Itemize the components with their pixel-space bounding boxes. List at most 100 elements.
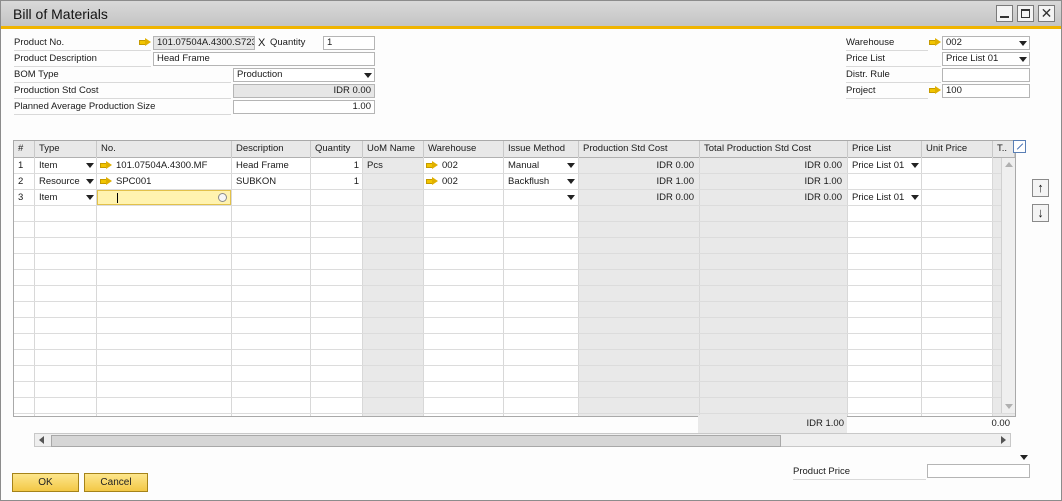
col-header-t[interactable]: T.. bbox=[993, 141, 1015, 157]
divider bbox=[846, 66, 941, 67]
col-header-prod-std-cost[interactable]: Production Std Cost bbox=[579, 141, 700, 157]
price-list-dropdown-icon[interactable] bbox=[911, 195, 919, 200]
row-unit-price[interactable] bbox=[922, 174, 993, 189]
col-header-uom[interactable]: UoM Name bbox=[363, 141, 424, 157]
warehouse-link-arrow-icon[interactable] bbox=[426, 177, 438, 186]
col-header-type[interactable]: Type bbox=[35, 141, 97, 157]
quantity-field[interactable]: 1 bbox=[323, 36, 375, 50]
divider bbox=[14, 66, 151, 67]
grid-vertical-scrollbar[interactable] bbox=[1001, 158, 1015, 413]
minimize-button[interactable] bbox=[996, 5, 1013, 22]
product-description-field[interactable]: Head Frame bbox=[153, 52, 375, 66]
row-description[interactable]: SUBKON bbox=[232, 174, 311, 189]
row-issue-method[interactable] bbox=[504, 190, 569, 205]
window-title: Bill of Materials bbox=[13, 6, 108, 22]
price-list-select[interactable]: Price List 01 bbox=[942, 52, 1030, 66]
distr-rule-field[interactable] bbox=[942, 68, 1030, 82]
item-link-arrow-icon[interactable] bbox=[100, 161, 112, 170]
scroll-down-icon[interactable] bbox=[1005, 404, 1013, 409]
active-no-cell[interactable] bbox=[97, 190, 231, 205]
row-warehouse[interactable]: 002 bbox=[438, 174, 504, 189]
price-list-dropdown-icon[interactable] bbox=[911, 163, 919, 168]
product-no-field[interactable]: 101.07504A.4300.S723 bbox=[153, 36, 255, 50]
scroll-left-icon[interactable] bbox=[39, 436, 44, 444]
col-header-warehouse[interactable]: Warehouse bbox=[424, 141, 504, 157]
grid-line bbox=[14, 205, 1015, 206]
col-header-description[interactable]: Description bbox=[232, 141, 311, 157]
form-settings-icon[interactable] bbox=[1013, 140, 1026, 153]
row-warehouse[interactable] bbox=[438, 190, 504, 205]
col-header-unit-price[interactable]: Unit Price bbox=[922, 141, 993, 157]
grid-line bbox=[14, 413, 1015, 414]
row-description[interactable]: Head Frame bbox=[232, 158, 311, 173]
production-std-cost-label: Production Std Cost bbox=[14, 85, 99, 96]
row-warehouse[interactable]: 002 bbox=[438, 158, 504, 173]
move-row-up-button[interactable]: ↑ bbox=[1032, 179, 1049, 197]
warehouse-label: Warehouse bbox=[846, 37, 895, 48]
product-price-label: Product Price bbox=[793, 466, 851, 477]
bom-type-dropdown-icon[interactable] bbox=[364, 73, 372, 78]
col-header-price-list[interactable]: Price List bbox=[848, 141, 922, 157]
col-header-issue-method[interactable]: Issue Method bbox=[504, 141, 579, 157]
bom-type-label: BOM Type bbox=[14, 69, 59, 80]
resource-link-arrow-icon[interactable] bbox=[100, 177, 112, 186]
divider bbox=[14, 98, 231, 99]
grid-line bbox=[14, 381, 1015, 382]
row-issue-method[interactable]: Backflush bbox=[504, 174, 569, 189]
divider bbox=[793, 479, 926, 480]
product-no-link-arrow-icon[interactable] bbox=[139, 38, 151, 47]
maximize-button[interactable] bbox=[1017, 5, 1034, 22]
row-type[interactable]: Resource bbox=[35, 174, 87, 189]
list-choose-icon[interactable] bbox=[218, 193, 227, 202]
issue-method-dropdown-icon[interactable] bbox=[567, 195, 575, 200]
title-bar[interactable]: Bill of Materials ✕ bbox=[1, 1, 1061, 29]
expand-footer-icon[interactable] bbox=[1020, 455, 1028, 460]
move-row-down-button[interactable]: ↓ bbox=[1032, 204, 1049, 222]
row-total-cost: IDR 0.00 bbox=[804, 160, 843, 171]
row-unit-price[interactable] bbox=[922, 158, 993, 173]
type-dropdown-icon[interactable] bbox=[86, 163, 94, 168]
row-prod-std-cost: IDR 0.00 bbox=[656, 160, 695, 171]
row-total-cost: IDR 1.00 bbox=[804, 176, 843, 187]
row-unit-price[interactable] bbox=[922, 190, 993, 205]
row-no[interactable]: 101.07504A.4300.MF bbox=[112, 158, 232, 173]
price-list-dropdown-icon[interactable] bbox=[1019, 57, 1027, 62]
row-description[interactable] bbox=[232, 190, 311, 205]
row-type[interactable]: Item bbox=[35, 158, 87, 173]
close-button[interactable]: ✕ bbox=[1038, 5, 1055, 22]
scrollbar-thumb[interactable] bbox=[51, 435, 781, 447]
col-header-quantity[interactable]: Quantity bbox=[311, 141, 363, 157]
row-quantity[interactable]: 1 bbox=[311, 158, 363, 173]
row-price-list[interactable]: Price List 01 bbox=[848, 158, 912, 173]
ok-button[interactable]: OK bbox=[12, 473, 79, 492]
production-std-cost-field: IDR 0.00 bbox=[233, 84, 375, 98]
row-price-list[interactable]: Price List 01 bbox=[848, 190, 912, 205]
bom-type-select[interactable]: Production bbox=[233, 68, 375, 82]
warehouse-link-arrow-icon[interactable] bbox=[426, 161, 438, 170]
warehouse-dropdown-icon[interactable] bbox=[1019, 41, 1027, 46]
product-price-field[interactable] bbox=[927, 464, 1030, 478]
row-quantity[interactable]: 1 bbox=[311, 174, 363, 189]
row-quantity[interactable] bbox=[311, 190, 363, 205]
row-issue-method[interactable]: Manual bbox=[504, 158, 569, 173]
issue-method-dropdown-icon[interactable] bbox=[567, 179, 575, 184]
type-dropdown-icon[interactable] bbox=[86, 179, 94, 184]
project-link-arrow-icon[interactable] bbox=[929, 86, 941, 95]
planned-average-production-size-field[interactable]: 1.00 bbox=[233, 100, 375, 114]
col-header-no[interactable]: No. bbox=[97, 141, 232, 157]
project-field[interactable]: 100 bbox=[942, 84, 1030, 98]
row-price-list[interactable] bbox=[848, 174, 922, 189]
scroll-up-icon[interactable] bbox=[1005, 162, 1013, 167]
row-no[interactable]: SPC001 bbox=[112, 174, 232, 189]
col-header-total-prod-std-cost[interactable]: Total Production Std Cost bbox=[700, 141, 848, 157]
warehouse-select[interactable]: 002 bbox=[942, 36, 1030, 50]
grid-horizontal-scrollbar[interactable] bbox=[34, 433, 1011, 447]
type-dropdown-icon[interactable] bbox=[86, 195, 94, 200]
grid-line bbox=[14, 285, 1015, 286]
cancel-button[interactable]: Cancel bbox=[84, 473, 148, 492]
col-header-num[interactable]: # bbox=[14, 141, 35, 157]
scroll-right-icon[interactable] bbox=[1001, 436, 1006, 444]
warehouse-link-arrow-icon[interactable] bbox=[929, 38, 941, 47]
row-type[interactable]: Item bbox=[35, 190, 87, 205]
issue-method-dropdown-icon[interactable] bbox=[567, 163, 575, 168]
